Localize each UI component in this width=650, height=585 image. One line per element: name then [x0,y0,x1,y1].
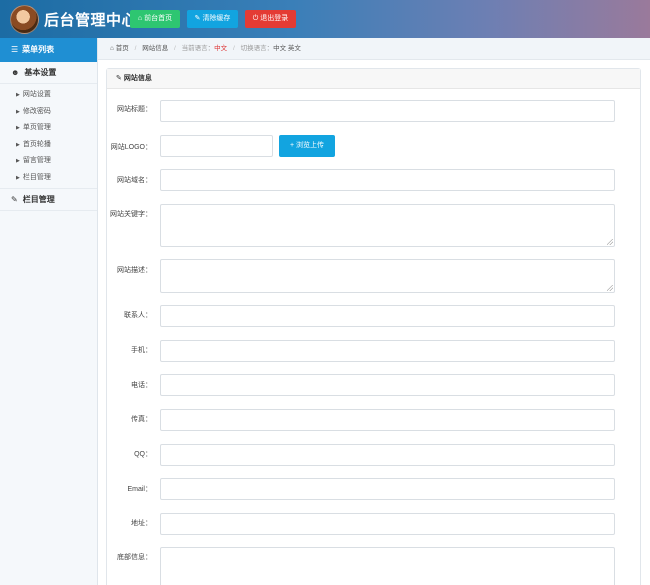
sidebar-item-label: 网站设置 [22,91,51,98]
mobile-label: 手机： [131,347,152,354]
mobile-input[interactable] [160,340,615,362]
email-input[interactable] [160,478,615,500]
sidebar-heading-label: 菜单列表 [22,45,55,54]
home-button[interactable]: ⌂ 前台首页 [130,10,180,28]
sidebar-item-label: 栏目管理 [22,173,51,181]
contact-input[interactable] [160,305,615,327]
edit-icon: ✎ [11,195,18,204]
app-title: 后台管理中心 [44,12,138,29]
site-description-textarea[interactable] [160,259,615,293]
caret-right-icon: ▶ [16,125,20,131]
sidebar-item-change-password[interactable]: ▶ 修改密码 [0,104,97,121]
qq-input[interactable] [160,444,615,466]
switch-language-label: 切换语言： [240,45,274,52]
sidebar-group-label: 基本设置 [24,68,57,77]
clear-cache-label: 清除缓存 [202,15,231,22]
caret-right-icon: ▶ [16,141,20,148]
site-title-input[interactable] [160,100,615,122]
breadcrumb-separator: / [134,45,137,52]
site-title-label: 网站标题： [117,106,152,113]
current-language-value: 中文 [214,45,228,52]
clear-cache-button[interactable]: ✎ 清除缓存 [187,10,238,28]
sidebar-group-label: 栏目管理 [22,195,55,204]
footer-info-label: 底部信息： [117,554,152,561]
sidebar-item-label: 留言管理 [22,157,51,164]
site-keywords-textarea[interactable] [160,204,615,247]
top-header: 后台管理中心 ⌂ 前台首页 ✎ 清除缓存 ⏻ 退出登录 [0,0,650,38]
sidebar-item-label: 单页管理 [22,124,51,131]
site-keywords-label: 网站关键字： [110,211,152,218]
sidebar: ☰ 菜单列表 ☻ 基本设置 ▶ 网站设置 ▶ 修改密码 ▶ 单页管理 ▶ 首页轮播 ▶ 留言管… [0,38,98,585]
avatar [10,5,39,34]
site-logo-input[interactable] [160,135,273,157]
home-button-label: 前台首页 [144,15,173,22]
contact-label: 联系人： [124,312,152,319]
logout-label: 退出登录 [260,15,289,22]
sidebar-item-messages[interactable]: ▶ 留言管理 [0,153,97,170]
home-icon: ⌂ [137,15,143,22]
sidebar-item-site-settings[interactable]: ▶ 网站设置 [0,87,97,104]
footer-info-textarea[interactable] [160,547,615,585]
site-logo-label: 网站LOGO： [110,144,152,151]
caret-right-icon: ▶ [16,174,20,181]
sidebar-item-single-pages[interactable]: ▶ 单页管理 [0,120,97,137]
phone-input[interactable] [160,374,615,396]
breadcrumb-current: 网站信息 [142,45,169,52]
home-icon: ⌂ [110,45,114,52]
sidebar-items: ▶ 网站设置 ▶ 修改密码 ▶ 单页管理 ▶ 首页轮播 ▶ 留言管理 ▶ 栏目管理 [0,84,97,189]
address-input[interactable] [160,513,615,535]
upload-button[interactable]: + 浏览上传 [279,135,335,157]
power-icon: ⏻ [252,15,259,22]
site-domain-label: 网站域名： [117,177,152,184]
switch-language-chinese[interactable]: 中文 [273,45,286,52]
qq-label: QQ： [134,451,152,458]
resize-handle-icon[interactable] [607,239,613,245]
sidebar-heading: ☰ 菜单列表 [0,38,97,62]
fax-input[interactable] [160,409,615,431]
logout-button[interactable]: ⏻ 退出登录 [245,10,296,28]
pencil-icon: ✎ [194,15,201,22]
site-description-label: 网站描述： [117,267,152,274]
caret-right-icon: ▶ [16,158,20,164]
fax-label: 传真： [131,416,152,423]
resize-handle-icon[interactable] [607,285,613,291]
panel-header: ✎ 网站信息 [107,69,640,89]
edit-icon: ✎ [116,75,122,82]
breadcrumb-separator: / [232,45,235,52]
current-language-label: 当前语言： [181,45,215,52]
sidebar-group-basic-settings[interactable]: ☻ 基本设置 [0,62,97,84]
caret-right-icon: ▶ [16,92,20,98]
breadcrumb-home-label: 首页 [115,45,129,52]
phone-label: 电话： [131,382,152,389]
sidebar-item-label: 首页轮播 [22,140,51,148]
sidebar-group-column-management[interactable]: ✎ 栏目管理 [0,189,97,211]
breadcrumb-separator: / [174,45,176,52]
user-icon: ☻ [11,68,20,77]
sidebar-item-home-carousel[interactable]: ▶ 首页轮播 [0,137,97,154]
switch-language-english[interactable]: 英文 [288,45,301,52]
sidebar-item-columns[interactable]: ▶ 栏目管理 [0,170,97,187]
sidebar-item-label: 修改密码 [22,107,51,115]
email-label: Email： [127,486,152,493]
address-label: 地址： [131,520,152,527]
breadcrumb: ⌂ 首页 / 网站信息 / 当前语言：中文 / 切换语言：中文 英文 [98,38,650,60]
list-icon: ☰ [11,45,19,54]
panel-title: 网站信息 [123,75,152,82]
site-domain-input[interactable] [160,169,615,191]
caret-right-icon: ▶ [16,108,20,115]
breadcrumb-home[interactable]: ⌂ 首页 [110,45,129,52]
